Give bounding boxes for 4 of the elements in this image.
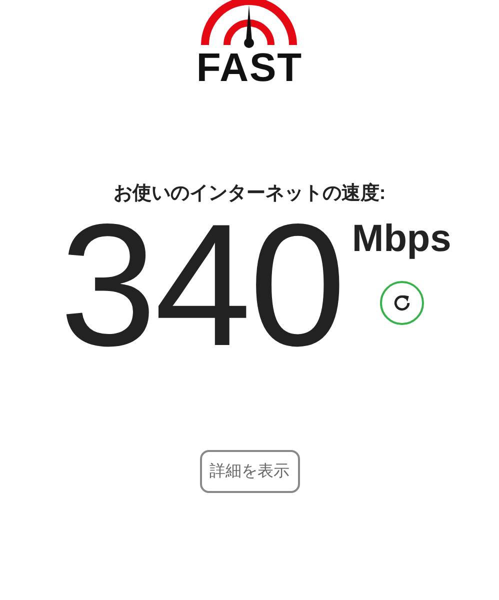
logo-text: FAST <box>196 48 303 88</box>
speed-unit: Mbps <box>352 218 452 261</box>
details-button[interactable]: 詳細を表示 <box>200 450 300 493</box>
refresh-button[interactable] <box>380 281 424 325</box>
